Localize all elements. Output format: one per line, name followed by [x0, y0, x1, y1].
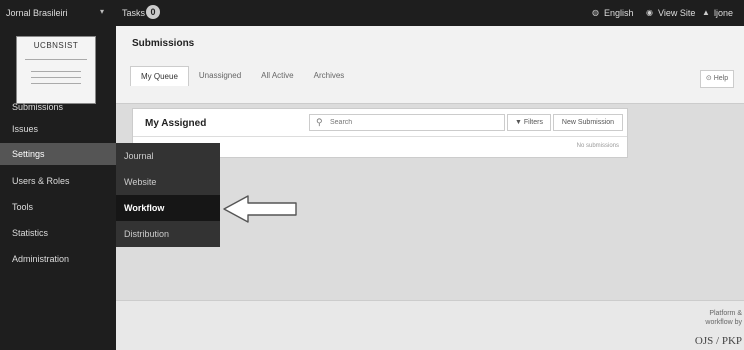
- pointer-arrow-icon: [223, 195, 297, 223]
- caret-down-icon[interactable]: ▾: [100, 7, 104, 16]
- journal-logo[interactable]: UCBNSIST: [16, 36, 96, 104]
- logo-decoration: [25, 59, 87, 60]
- user-label: ljone: [714, 8, 734, 18]
- tasks-count-badge[interactable]: 0: [146, 5, 160, 19]
- settings-submenu: Journal Website Workflow Distribution: [116, 143, 220, 247]
- filters-label: Filters: [523, 119, 543, 126]
- logo-decoration: [31, 71, 81, 72]
- new-submission-button[interactable]: New Submission: [553, 114, 623, 131]
- logo-text: UCBNSIST: [33, 41, 79, 50]
- submenu-item-workflow[interactable]: Workflow: [116, 195, 220, 221]
- tasks-link[interactable]: Tasks: [122, 8, 145, 18]
- filters-button[interactable]: ▼ Filters: [507, 114, 551, 131]
- tab-my-queue[interactable]: My Queue: [130, 66, 189, 86]
- sidebar: UCBNSIST Submissions Issues Settings Use…: [0, 26, 116, 350]
- globe-icon: ◍: [592, 8, 599, 17]
- search-icon: ⚲: [316, 117, 323, 127]
- journal-switcher[interactable]: Jornal Brasileiri: [6, 8, 111, 18]
- help-icon: ⊙: [705, 75, 712, 82]
- page-title: Submissions: [132, 38, 195, 49]
- tab-unassigned[interactable]: Unassigned: [189, 66, 251, 86]
- submenu-item-journal[interactable]: Journal: [116, 143, 220, 169]
- page-header: Submissions My Queue Unassigned All Acti…: [116, 26, 744, 104]
- view-site-link[interactable]: ◉ View Site: [646, 8, 695, 18]
- footer-line: Platform &: [709, 310, 742, 317]
- view-site-label: View Site: [658, 8, 696, 18]
- footer-line: workflow by: [705, 319, 742, 326]
- tab-all-active[interactable]: All Active: [251, 66, 303, 86]
- submenu-item-website[interactable]: Website: [116, 169, 220, 195]
- search-box[interactable]: ⚲: [309, 114, 505, 131]
- language-label: English: [604, 8, 634, 18]
- panel-header: My Assigned ⚲ ▼ Filters New Submission: [133, 109, 627, 137]
- sidebar-item-users-roles[interactable]: Users & Roles: [0, 170, 116, 192]
- help-label: Help: [713, 75, 729, 82]
- pkp-logo[interactable]: OJS / PKP: [695, 335, 742, 347]
- search-input[interactable]: [330, 116, 500, 129]
- user-icon: ▲: [702, 8, 710, 17]
- sidebar-item-settings[interactable]: Settings: [0, 143, 116, 165]
- empty-state-text: No submissions: [576, 143, 619, 149]
- logo-decoration: [31, 77, 81, 78]
- user-menu[interactable]: ▲ ljone: [702, 8, 733, 18]
- filter-icon: ▼: [515, 119, 522, 126]
- sidebar-item-statistics[interactable]: Statistics: [0, 222, 116, 244]
- sidebar-item-tools[interactable]: Tools: [0, 196, 116, 218]
- sidebar-item-administration[interactable]: Administration: [0, 248, 116, 270]
- footer: Platform & workflow by OJS / PKP: [116, 300, 744, 350]
- language-menu[interactable]: ◍ English: [592, 8, 634, 18]
- panel-title: My Assigned: [145, 118, 207, 129]
- sidebar-item-issues[interactable]: Issues: [0, 118, 116, 140]
- top-bar: Jornal Brasileiri ▾ Tasks 0 ◍ English ◉ …: [0, 0, 744, 26]
- eye-icon: ◉: [646, 8, 653, 17]
- tab-archives[interactable]: Archives: [304, 66, 355, 86]
- submission-tabs: My Queue Unassigned All Active Archives: [130, 66, 354, 86]
- help-button[interactable]: ⊙ Help: [700, 70, 734, 88]
- sidebar-item-submissions[interactable]: Submissions: [0, 96, 116, 118]
- submenu-item-distribution[interactable]: Distribution: [116, 221, 220, 247]
- logo-decoration: [31, 83, 81, 84]
- footer-credit: Platform & workflow by: [705, 309, 742, 327]
